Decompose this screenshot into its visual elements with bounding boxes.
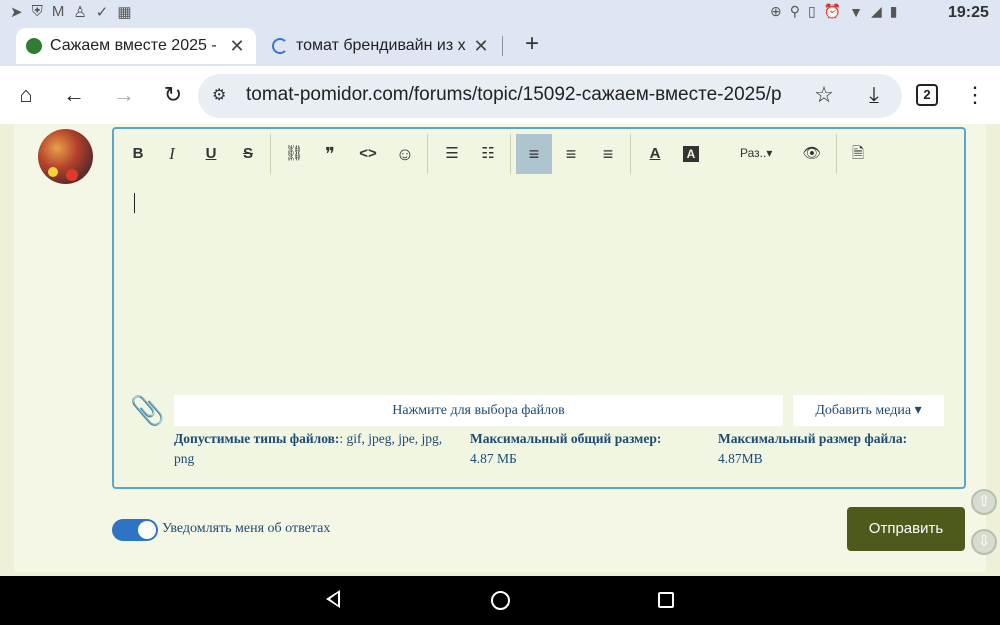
paperclip-icon: 📎 [130,395,165,426]
max-total-value: 4.87 МБ [470,451,517,466]
forward-icon[interactable]: → [109,80,139,110]
emoji-button[interactable]: ☺ [391,140,419,168]
preview-button[interactable]: 👁 [798,140,826,168]
toolbar-divider [270,134,271,174]
align-left-button[interactable]: ≡ [516,134,552,174]
tab-title: томат брендивайн из х [296,37,466,54]
source-button[interactable]: 🗎 [844,140,872,168]
home-icon[interactable]: ⌂ [11,80,41,110]
toolbar-divider [427,134,428,174]
code-button[interactable]: <> [354,140,382,168]
bg-color-button[interactable]: A [683,146,699,162]
url-text[interactable]: tomat-pomidor.com/forums/topic/15092-саж… [246,84,796,106]
max-file-label: Максимальный размер файла: [718,431,908,446]
quote-button[interactable]: ❞ [316,140,344,168]
toolbar-divider [510,134,511,174]
italic-button[interactable]: I [158,140,186,168]
font-size-select[interactable]: Раз..▾ [740,146,772,160]
bold-button[interactable]: B [124,140,152,168]
bookmark-star-icon[interactable]: ☆ [809,80,839,110]
add-media-dropdown[interactable]: Добавить медиа ▾ [793,395,944,426]
align-center-button[interactable]: ≡ [557,140,585,168]
new-tab-icon[interactable]: + [518,30,546,58]
location-icon: ⚲ [789,3,800,19]
notify-toggle[interactable] [112,519,158,541]
alarm-icon: ⏰ [823,3,842,19]
toolbar-divider [836,134,837,174]
tab-title: Сажаем вместе 2025 - ( [50,37,222,54]
clock: 19:25 [948,4,989,21]
close-tab-icon[interactable]: ✕ [472,36,490,57]
data-saver-icon: ⊕ [770,3,782,19]
align-right-button[interactable]: ≡ [594,140,622,168]
allowed-types-info: Допустимые типы файлов:: gif, jpeg, jpe,… [174,429,464,469]
text-caret [134,193,135,213]
status-icons-left: ➤ ⛨ M ♙ ✓ ▦ [10,3,132,21]
vibrate-icon: ▯ [808,3,816,19]
menu-kebab-icon[interactable]: ⋮ [960,80,990,110]
back-icon[interactable]: ← [59,80,89,110]
nav-recents-icon[interactable] [658,592,674,608]
numbered-list-button[interactable]: ☷ [474,140,502,168]
toggle-knob [138,521,156,539]
avatar-detail [66,169,78,181]
battery-icon: ▮ [889,3,898,19]
check-icon: ✓ [95,4,109,21]
max-total-label: Максимальный общий размер: [470,431,662,446]
reload-icon[interactable]: ↻ [158,80,188,110]
tab-separator [502,36,503,56]
submit-button[interactable]: Отправить [847,507,965,551]
toolbar-divider [630,134,631,174]
status-icons-right: ⊕ ⚲ ▯ ⏰ ▼ ◢ ▮ [770,3,898,20]
close-tab-icon[interactable]: ✕ [228,36,246,57]
shield-icon: ⛨ [31,3,43,20]
nav-back-icon-inner [330,593,338,605]
allowed-types-label: Допустимые типы файлов: [174,431,340,446]
gmail-icon: M [51,3,65,20]
tab-active[interactable]: Сажаем вместе 2025 - ( ✕ [16,28,256,64]
avatar-detail [48,167,58,177]
wifi-icon: ▼ [849,3,864,20]
max-total-info: Максимальный общий размер: 4.87 МБ [470,429,710,469]
avatar[interactable] [38,129,93,184]
max-file-value: 4.87MB [718,451,763,466]
link-button[interactable]: ⛓ [280,140,308,168]
file-chooser-button[interactable]: Нажмите для выбора файлов [174,395,783,426]
telegram-icon: ➤ [10,4,23,21]
scroll-down-icon[interactable]: ⇩ [971,529,997,555]
scroll-up-icon[interactable]: ⇧ [971,489,997,515]
bullet-list-button[interactable]: ☰ [438,140,466,168]
loading-spinner-icon [272,38,288,54]
nav-home-icon[interactable] [491,591,510,610]
figure-icon: ♙ [73,4,87,21]
tomato-favicon-icon [26,38,42,54]
strikethrough-button[interactable]: S [234,140,262,168]
tab-switcher-button[interactable]: 2 [916,84,938,106]
tab-inactive[interactable]: томат брендивайн из х ✕ [262,28,500,64]
signal-icon: ◢ [871,3,882,19]
max-file-info: Максимальный размер файла: 4.87MB [718,429,958,469]
site-settings-icon[interactable]: ⚙ [212,85,226,105]
download-icon[interactable]: ⤓ [859,80,889,110]
text-color-button[interactable]: A [641,140,669,168]
grid-icon: ▦ [117,4,132,21]
notify-label: Уведомлять меня об ответах [162,521,331,536]
underline-button[interactable]: U [197,140,225,168]
